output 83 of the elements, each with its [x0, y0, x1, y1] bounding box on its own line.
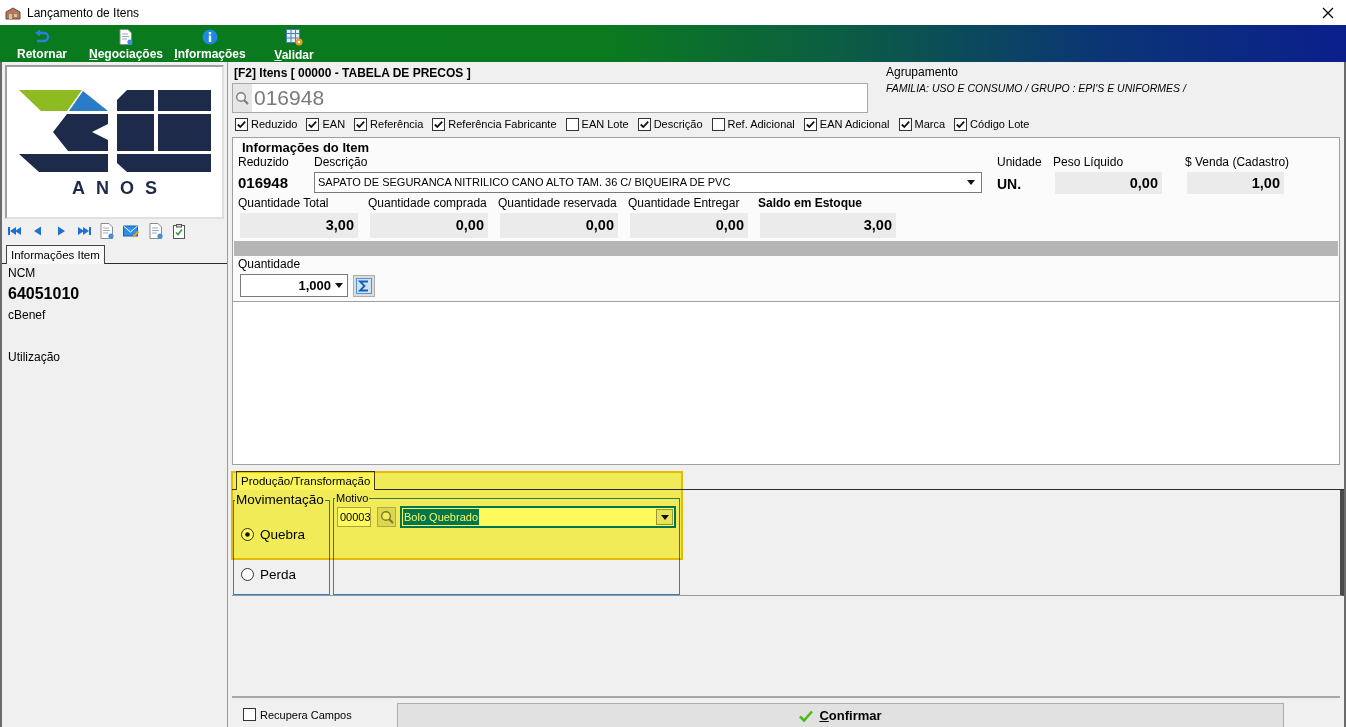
- mail-icon[interactable]: [123, 224, 139, 238]
- field-label: Utilização: [8, 349, 62, 366]
- field-label: Saldo em Estoque: [758, 197, 864, 210]
- checkbox-label: Reduzido: [251, 118, 298, 130]
- field-label: Reduzido: [238, 156, 290, 169]
- sum-button[interactable]: [353, 274, 375, 297]
- group-title: Motivo: [335, 492, 370, 505]
- checkbox[interactable]: [954, 117, 968, 131]
- checkbox[interactable]: [711, 117, 725, 131]
- radio-button[interactable]: [241, 567, 254, 581]
- confirm-button[interactable]: Confirmar: [397, 703, 1284, 727]
- field-label: Quantidade comprada: [368, 197, 488, 210]
- info-icon: [202, 29, 218, 45]
- field-label: Peso Líquido: [1053, 156, 1125, 169]
- radio-label: Quebra: [260, 526, 306, 542]
- last-page-icon[interactable]: [77, 225, 91, 237]
- toolbar-button[interactable]: Negociações: [84, 25, 168, 62]
- field-value: 64051010: [8, 284, 81, 304]
- tab[interactable]: Informações Item: [6, 245, 105, 264]
- group-title: Movimentação: [235, 492, 325, 508]
- checkbox-label: Referência: [370, 118, 424, 130]
- search-icon: [233, 84, 252, 112]
- value-field: 0,00: [1055, 172, 1162, 194]
- field-value: UN.: [997, 175, 1022, 192]
- field-label: NCM: [8, 265, 37, 282]
- document-icon: [119, 29, 133, 45]
- description-dropdown[interactable]: SAPATO DE SEGURANCA NITRILICO CANO ALTO TAM. 36 C/ BIQUEIRA DE PVC: [314, 171, 982, 193]
- clipboard-check-icon[interactable]: [173, 223, 185, 239]
- checkbox-label: Ref. Adicional: [727, 118, 795, 130]
- search-title: [F2] Itens [ 00000 - TABELA DE PRECOS ]: [233, 65, 472, 82]
- search-field[interactable]: 016948: [232, 83, 868, 113]
- checkbox[interactable]: [803, 117, 817, 131]
- field-value: FAMILIA: USO E CONSUMO / GRUPO : EPI'S E UNIFORMES /: [886, 81, 1186, 95]
- field-value: 016948: [238, 173, 289, 191]
- caret-icon: [335, 283, 343, 288]
- field-label: Quantidade Entregar: [628, 197, 741, 210]
- value-field: 0,00: [630, 213, 748, 238]
- checkbox[interactable]: [637, 117, 651, 131]
- checkbox-label: EAN Adicional: [819, 118, 890, 130]
- checkbox[interactable]: [306, 117, 320, 131]
- first-page-icon[interactable]: [8, 225, 22, 237]
- checkbox-label: Código Lote: [970, 118, 1030, 130]
- value-field: 3,00: [760, 213, 896, 238]
- logo-text: ANOS: [71, 179, 168, 197]
- document-icon[interactable]: [148, 223, 164, 239]
- sigma-icon: [356, 277, 372, 294]
- panel-title: Informações do Item: [241, 139, 371, 156]
- checkbox-label: Descrição: [653, 118, 703, 130]
- field-label: Unidade: [997, 156, 1043, 169]
- field-label: cBenef: [8, 307, 47, 324]
- table-icon: [285, 29, 303, 46]
- value-field: 1,00: [1187, 172, 1284, 194]
- checkbox[interactable]: [565, 117, 579, 131]
- field-label: Agrupamento: [886, 65, 960, 79]
- checkbox-label: EAN: [322, 118, 346, 130]
- value-field: 3,00: [240, 213, 358, 238]
- checkbox[interactable]: [898, 117, 912, 131]
- toolbar-button[interactable]: Validar: [252, 25, 336, 62]
- toolbar-button[interactable]: Retornar: [0, 25, 84, 62]
- radio-label: Perda: [260, 566, 297, 582]
- field-label: Quantidade: [238, 258, 301, 271]
- checkbox-label: EAN Lote: [581, 118, 629, 130]
- checkbox[interactable]: [432, 117, 446, 131]
- toolbar-button[interactable]: Informações: [168, 25, 252, 62]
- field-label: Quantidade Total: [238, 197, 330, 210]
- checkbox-label: Recupera Campos: [260, 708, 352, 721]
- value-field: 0,00: [500, 213, 618, 238]
- value-field: 0,00: [370, 213, 488, 238]
- checkbox-label: Referência Fabricante: [448, 118, 557, 130]
- quantity-dropdown[interactable]: 1,000: [240, 274, 348, 297]
- checkbox[interactable]: [354, 117, 368, 131]
- check-icon: [799, 709, 814, 722]
- document-icon[interactable]: [100, 223, 114, 239]
- checkbox[interactable]: [243, 708, 256, 721]
- field-label: $ Venda (Cadastro): [1185, 156, 1291, 169]
- caret-icon: [967, 179, 975, 185]
- checkbox[interactable]: [235, 117, 248, 131]
- checkbox-label: Marca: [914, 118, 946, 130]
- field-label: Quantidade reservada: [498, 197, 618, 210]
- field-label: Descrição: [314, 156, 369, 169]
- close-icon[interactable]: [1322, 6, 1334, 19]
- window-title: Lançamento de Itens: [27, 5, 141, 20]
- return-arrow-icon: [34, 29, 50, 45]
